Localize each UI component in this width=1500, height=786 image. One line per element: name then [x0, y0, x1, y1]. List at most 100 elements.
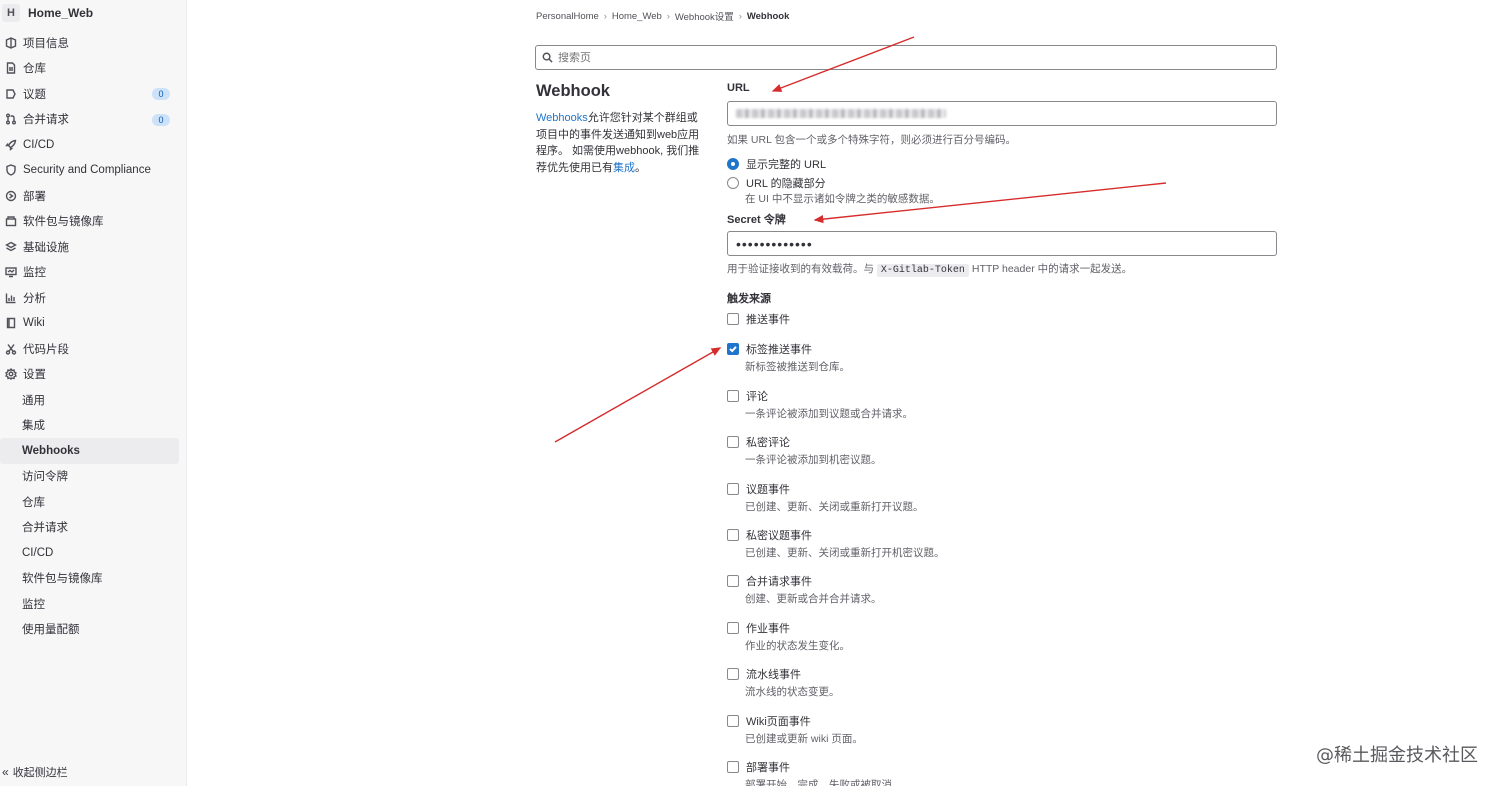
breadcrumb-item[interactable]: Webhook设置 [675, 9, 734, 23]
trigger-label: 标签推送事件 [746, 344, 812, 356]
trigger-checkbox-row[interactable]: 私密评论 [727, 434, 882, 450]
chart-icon [4, 291, 18, 305]
trigger-item: 标签推送事件新标签被推送到仓库。 [727, 341, 850, 374]
trigger-checkbox-row[interactable]: 标签推送事件 [727, 341, 850, 357]
search-input[interactable] [558, 51, 1238, 64]
collapse-sidebar-button[interactable]: « 收起侧边栏 [2, 764, 68, 780]
trigger-item: 部署事件部署开始、完成、失败或被取消。 [727, 759, 903, 786]
checkbox[interactable] [727, 761, 739, 773]
sidebar-item-security[interactable]: Security and Compliance [0, 158, 186, 184]
secret-help-pre: 用于验证接收到的有效载荷。与 [727, 263, 874, 275]
trigger-checkbox-row[interactable]: Wiki页面事件 [727, 713, 863, 729]
secret-token-field[interactable]: ••••••••••••• [727, 231, 1277, 256]
sidebar-item-label: 基础设施 [23, 241, 69, 254]
sidebar-sub-cicd[interactable]: CI/CD [0, 540, 186, 566]
intro-text: Webhooks允许您针对某个群组或项目中的事件发送通知到web应用程序。 如需… [536, 110, 706, 176]
trigger-item: 议题事件 已创建、更新、关闭或重新打开议题。 [727, 481, 924, 514]
trigger-checkbox-row[interactable]: 私密议题事件 [727, 527, 945, 543]
sidebar-sub-repository[interactable]: 仓库 [0, 489, 186, 515]
trigger-item: 作业事件作业的状态发生变化。 [727, 620, 850, 653]
checkbox[interactable] [727, 313, 739, 325]
url-field[interactable] [727, 101, 1277, 126]
sidebar-sub-access-tokens[interactable]: 访问令牌 [0, 464, 186, 490]
sidebar-item-label: 分析 [23, 292, 46, 305]
sidebar-item-monitor[interactable]: 监控 [0, 260, 186, 286]
trigger-description: 部署开始、完成、失败或被取消。 [745, 779, 903, 786]
trigger-description: 新标签被推送到仓库。 [745, 361, 850, 373]
checkbox[interactable] [727, 483, 739, 495]
sidebar-sub-merge-requests[interactable]: 合并请求 [0, 515, 186, 541]
trigger-description: 作业的状态发生变化。 [745, 640, 850, 652]
sidebar-item-packages[interactable]: 软件包与镜像库 [0, 209, 186, 235]
trigger-label: 私密议题事件 [746, 530, 812, 542]
trigger-checkbox-row[interactable]: 流水线事件 [727, 666, 840, 682]
checkbox[interactable] [727, 715, 739, 727]
sidebar-sub-monitor[interactable]: 监控 [0, 591, 186, 617]
sidebar-item-merge-requests[interactable]: 合并请求 0 [0, 107, 186, 133]
sidebar-item-snippets[interactable]: 代码片段 [0, 336, 186, 362]
checkbox[interactable] [727, 575, 739, 587]
radio-button[interactable] [727, 177, 739, 189]
trigger-checkbox-row[interactable]: 合并请求事件 [727, 573, 882, 589]
sidebar-item-issues[interactable]: 议题 0 [0, 81, 186, 107]
trigger-checkbox-row[interactable]: 作业事件 [727, 620, 850, 636]
sidebar-item-label: CI/CD [23, 138, 55, 151]
project-info-icon [4, 36, 18, 50]
url-label: URL [727, 82, 750, 94]
sidebar-item-infrastructure[interactable]: 基础设施 [0, 234, 186, 260]
breadcrumb-item[interactable]: Home_Web [612, 11, 662, 22]
shield-icon [4, 163, 18, 177]
sidebar-sub-integrations[interactable]: 集成 [0, 413, 186, 439]
sidebar-item-project-info[interactable]: 项目信息 [0, 30, 186, 56]
trigger-item: 推送事件 [727, 311, 790, 327]
radio-mask-url[interactable]: URL 的隐藏部分 [727, 175, 826, 191]
search-box[interactable] [535, 45, 1277, 70]
sidebar-item-repository[interactable]: 仓库 [0, 56, 186, 82]
trigger-checkbox-row[interactable]: 推送事件 [727, 311, 790, 327]
project-header[interactable]: H Home_Web [0, 0, 186, 26]
checkbox[interactable] [727, 622, 739, 634]
sidebar-sub-packages[interactable]: 软件包与镜像库 [0, 566, 186, 592]
radio-button-checked[interactable] [727, 158, 739, 170]
webhooks-docs-link[interactable]: Webhooks [536, 112, 588, 124]
sidebar-item-cicd[interactable]: CI/CD [0, 132, 186, 158]
trigger-label: 作业事件 [746, 623, 790, 635]
breadcrumb-item[interactable]: PersonalHome [536, 11, 599, 22]
sidebar-sub-usage-quotas[interactable]: 使用量配额 [0, 617, 186, 643]
sidebar-item-wiki[interactable]: Wiki [0, 311, 186, 337]
sidebar-sub-webhooks[interactable]: Webhooks [0, 438, 179, 464]
sidebar-item-analytics[interactable]: 分析 [0, 285, 186, 311]
trigger-checkbox-row[interactable]: 部署事件 [727, 759, 903, 775]
sidebar-sub-general[interactable]: 通用 [0, 387, 186, 413]
trigger-label: 评论 [746, 391, 768, 403]
breadcrumb-current: Webhook [746, 10, 790, 22]
chevron-double-left-icon: « [2, 765, 9, 779]
breadcrumb-separator-icon: › [666, 11, 670, 21]
secret-help-post: HTTP header 中的请求一起发送。 [971, 263, 1133, 275]
url-value-redacted [736, 109, 946, 118]
trigger-item: 私密议题事件已创建、更新、关闭或重新打开机密议题。 [727, 527, 945, 560]
sidebar-item-deployments[interactable]: 部署 [0, 183, 186, 209]
check-icon [729, 346, 737, 353]
radio-show-full-url[interactable]: 显示完整的 URL [727, 156, 826, 172]
triggers-label: 触发来源 [727, 293, 771, 305]
checkbox[interactable] [727, 529, 739, 541]
sidebar-item-label: Security and Compliance [23, 164, 151, 177]
sidebar-item-settings[interactable]: 设置 [0, 362, 186, 388]
checkbox-checked[interactable] [727, 343, 739, 355]
sidebar-item-label: Wiki [23, 317, 45, 330]
checkbox[interactable] [727, 668, 739, 680]
trigger-checkbox-row[interactable]: 议题事件 [727, 481, 924, 497]
snippet-icon [4, 342, 18, 356]
package-icon [4, 214, 18, 228]
trigger-checkbox-row[interactable]: 评论 [727, 388, 913, 404]
mask-help: 在 UI 中不显示诸如令牌之类的敏感数据。 [745, 193, 940, 205]
webhook-intro: Webhook Webhooks允许您针对某个群组或项目中的事件发送通知到web… [536, 82, 706, 176]
checkbox[interactable] [727, 436, 739, 448]
secret-label: Secret 令牌 [727, 214, 786, 226]
checkbox[interactable] [727, 390, 739, 402]
trigger-label: 流水线事件 [746, 669, 801, 681]
integrations-link[interactable]: 集成 [613, 162, 635, 174]
trigger-description: 已创建、更新、关闭或重新打开机密议题。 [745, 547, 945, 559]
merge-request-icon [4, 112, 18, 126]
